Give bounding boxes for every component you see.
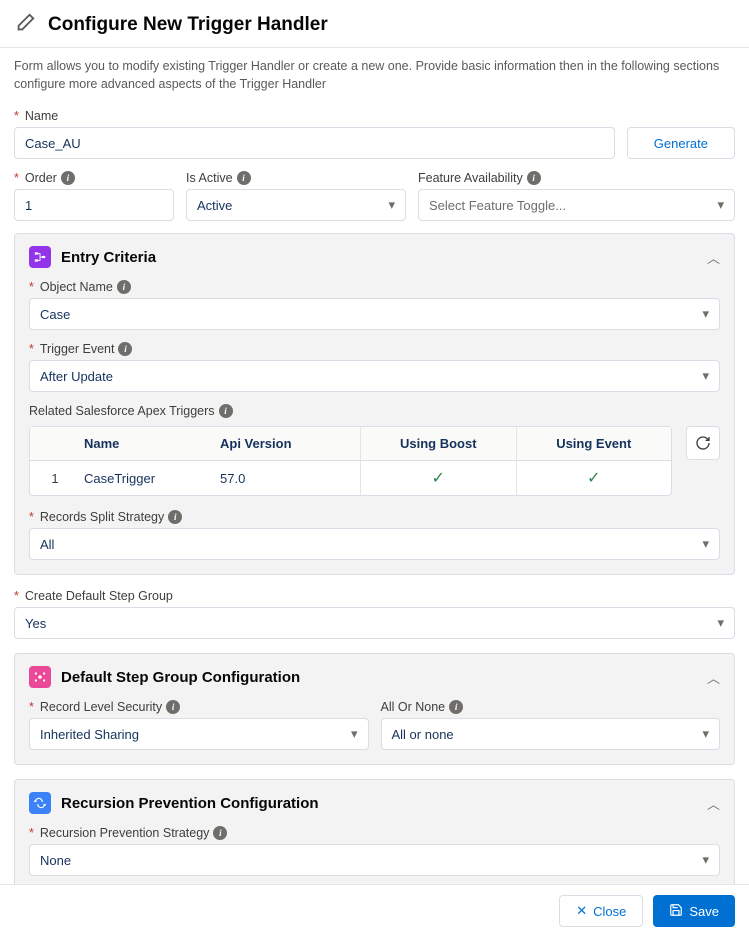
info-icon[interactable]: i bbox=[237, 171, 251, 185]
entry-criteria-panel: Entry Criteria ︿ *Object Name i Case ▾ bbox=[14, 233, 735, 575]
chevron-down-icon: ▾ bbox=[702, 368, 709, 384]
chevron-down-icon: ▾ bbox=[702, 536, 709, 552]
all-or-none-select[interactable]: All or none ▾ bbox=[381, 718, 721, 750]
trigger-event-select[interactable]: After Update ▾ bbox=[29, 360, 720, 392]
create-default-step-group-label: *Create Default Step Group bbox=[14, 589, 735, 603]
chevron-down-icon: ▾ bbox=[702, 726, 709, 742]
entry-criteria-icon bbox=[29, 246, 51, 268]
is-active-label: Is Active i bbox=[186, 171, 406, 185]
info-icon[interactable]: i bbox=[61, 171, 75, 185]
name-input[interactable] bbox=[14, 127, 615, 159]
chevron-down-icon: ▾ bbox=[702, 306, 709, 322]
chevron-down-icon: ▾ bbox=[351, 726, 358, 742]
modal-header: Configure New Trigger Handler bbox=[0, 0, 749, 48]
info-icon[interactable]: i bbox=[118, 342, 132, 356]
default-step-group-header[interactable]: Default Step Group Configuration ︿ bbox=[15, 654, 734, 700]
order-label: *Order i bbox=[14, 171, 174, 185]
chevron-down-icon: ▾ bbox=[702, 852, 709, 868]
default-step-group-panel: Default Step Group Configuration ︿ *Reco… bbox=[14, 653, 735, 765]
recursion-strategy-label: *Recursion Prevention Strategy i bbox=[29, 826, 720, 840]
object-name-select[interactable]: Case ▾ bbox=[29, 298, 720, 330]
chevron-down-icon: ▾ bbox=[717, 197, 724, 213]
chevron-down-icon: ▾ bbox=[388, 197, 395, 213]
info-icon[interactable]: i bbox=[219, 404, 233, 418]
record-level-security-select[interactable]: Inherited Sharing ▾ bbox=[29, 718, 369, 750]
chevron-up-icon: ︿ bbox=[707, 248, 720, 267]
info-icon[interactable]: i bbox=[117, 280, 131, 294]
chevron-down-icon: ▾ bbox=[717, 615, 724, 631]
recursion-prevention-panel: Recursion Prevention Configuration ︿ *Re… bbox=[14, 779, 735, 884]
object-name-label: *Object Name i bbox=[29, 280, 720, 294]
table-header-row: Name Api Version Using Boost Using Event bbox=[30, 427, 671, 461]
pencil-icon bbox=[14, 12, 36, 37]
info-icon[interactable]: i bbox=[213, 826, 227, 840]
close-icon: ✕ bbox=[576, 903, 587, 919]
recursion-strategy-select[interactable]: None ▾ bbox=[29, 844, 720, 876]
recursion-icon bbox=[29, 792, 51, 814]
chevron-up-icon: ︿ bbox=[707, 668, 720, 687]
name-label: *Name bbox=[14, 109, 735, 123]
info-icon[interactable]: i bbox=[168, 510, 182, 524]
modal-footer: ✕ Close Save bbox=[0, 884, 749, 937]
info-icon[interactable]: i bbox=[449, 700, 463, 714]
feature-availability-label: Feature Availability i bbox=[418, 171, 735, 185]
save-button[interactable]: Save bbox=[653, 895, 735, 927]
is-active-select[interactable]: Active ▾ bbox=[186, 189, 406, 221]
modal-title: Configure New Trigger Handler bbox=[48, 14, 328, 36]
create-default-step-group-select[interactable]: Yes ▾ bbox=[14, 607, 735, 639]
close-button[interactable]: ✕ Close bbox=[559, 895, 643, 927]
save-icon bbox=[669, 903, 683, 920]
chevron-up-icon: ︿ bbox=[707, 794, 720, 813]
form-body: *Name Generate *Order i Is Active i bbox=[0, 109, 749, 884]
info-icon[interactable]: i bbox=[166, 700, 180, 714]
configure-trigger-handler-modal: Configure New Trigger Handler Form allow… bbox=[0, 0, 749, 937]
trigger-event-label: *Trigger Event i bbox=[29, 342, 720, 356]
all-or-none-label: All Or None i bbox=[381, 700, 721, 714]
generate-button[interactable]: Generate bbox=[627, 127, 735, 159]
refresh-button[interactable] bbox=[686, 426, 720, 460]
modal-description: Form allows you to modify existing Trigg… bbox=[0, 48, 749, 109]
entry-criteria-header[interactable]: Entry Criteria ︿ bbox=[15, 234, 734, 280]
order-input[interactable] bbox=[14, 189, 174, 221]
feature-availability-select[interactable]: Select Feature Toggle... ▾ bbox=[418, 189, 735, 221]
related-triggers-label: Related Salesforce Apex Triggers i bbox=[29, 404, 720, 418]
record-level-security-label: *Record Level Security i bbox=[29, 700, 369, 714]
recursion-prevention-header[interactable]: Recursion Prevention Configuration ︿ bbox=[15, 780, 734, 826]
info-icon[interactable]: i bbox=[527, 171, 541, 185]
related-triggers-table: Name Api Version Using Boost Using Event… bbox=[29, 426, 672, 496]
split-strategy-label: *Records Split Strategy i bbox=[29, 510, 720, 524]
table-row: 1 CaseTrigger 57.0 ✓ ✓ bbox=[30, 461, 671, 495]
check-icon: ✓ bbox=[587, 468, 600, 488]
check-icon: ✓ bbox=[432, 468, 445, 488]
step-group-icon bbox=[29, 666, 51, 688]
split-strategy-select[interactable]: All ▾ bbox=[29, 528, 720, 560]
